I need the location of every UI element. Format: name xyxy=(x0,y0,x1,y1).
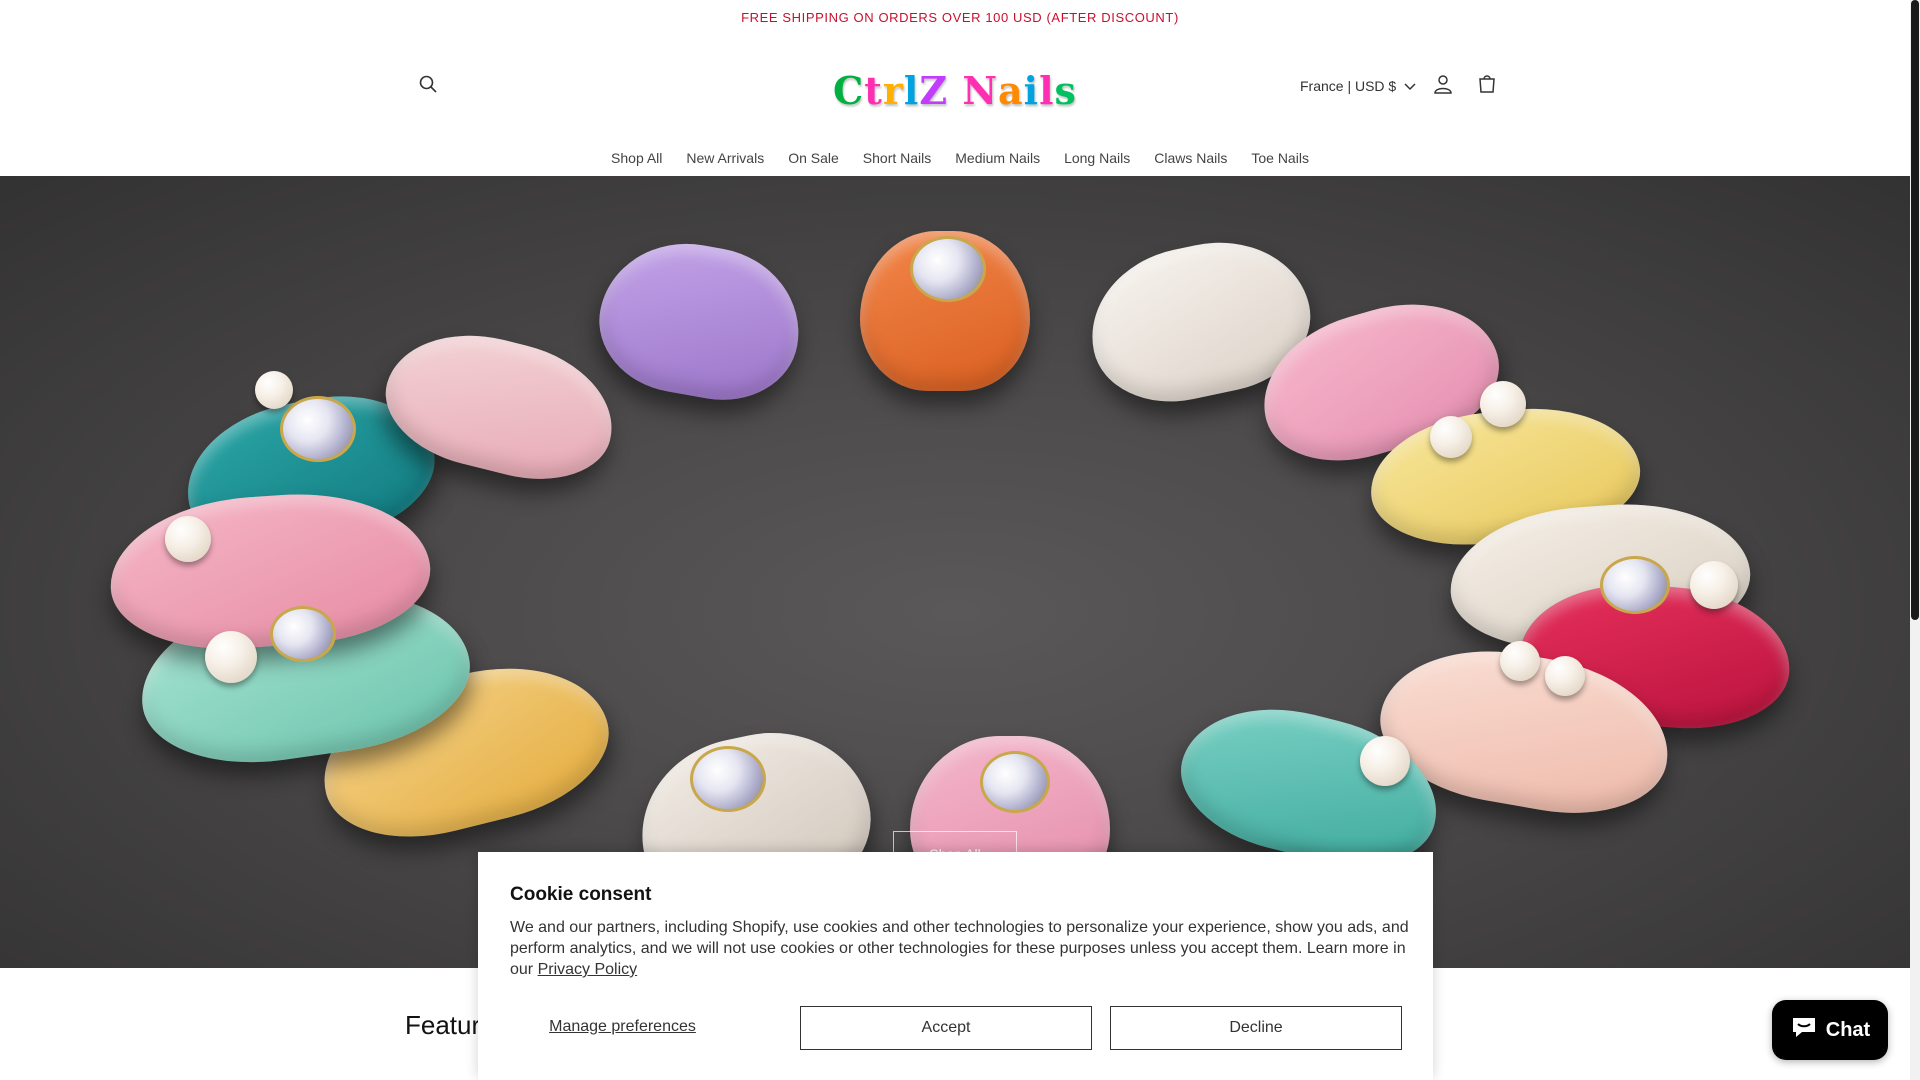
cart-icon xyxy=(1476,73,1498,100)
logo-letter: i xyxy=(1023,67,1040,113)
gem-decoration xyxy=(980,751,1050,813)
announcement-bar: FREE SHIPPING ON ORDERS OVER 100 USD (AF… xyxy=(0,0,1920,34)
logo-letter: s xyxy=(1054,67,1077,113)
locale-label: France | USD $ xyxy=(1300,78,1397,94)
pearl-decoration xyxy=(1500,641,1540,681)
pearl-decoration xyxy=(165,516,211,562)
main-navigation: Shop All New Arrivals On Sale Short Nail… xyxy=(0,138,1920,178)
pearl-decoration xyxy=(255,371,293,409)
store-logo[interactable]: CtrlZ Nails xyxy=(833,60,1076,120)
pearl-decoration xyxy=(205,631,257,683)
nav-item-medium-nails[interactable]: Medium Nails xyxy=(955,150,1040,166)
chat-label: Chat xyxy=(1825,1018,1871,1041)
gem-decoration xyxy=(280,396,356,462)
site-header: CtrlZ Nails France | USD $ Shop All New … xyxy=(0,34,1920,177)
chevron-down-icon xyxy=(1404,78,1416,94)
chat-bubble-icon xyxy=(1790,1015,1818,1045)
scrollbar-thumb[interactable] xyxy=(1911,0,1919,620)
manage-preferences-button[interactable]: Manage preferences xyxy=(510,1006,735,1048)
nav-item-short-nails[interactable]: Short Nails xyxy=(863,150,931,166)
cookie-title: Cookie consent xyxy=(510,884,652,905)
pearl-decoration xyxy=(1480,381,1526,427)
logo-letter: l xyxy=(1039,67,1055,113)
country-currency-selector[interactable]: France | USD $ xyxy=(1300,68,1416,104)
search-icon xyxy=(418,74,438,99)
logo-letter: N xyxy=(962,67,999,113)
gem-decoration xyxy=(1600,556,1670,614)
privacy-policy-link[interactable]: Privacy Policy xyxy=(538,961,638,978)
nav-item-on-sale[interactable]: On Sale xyxy=(788,150,839,166)
pearl-decoration xyxy=(1360,736,1410,786)
pearl-decoration xyxy=(1430,416,1472,458)
account-button[interactable] xyxy=(1425,68,1461,104)
cookie-body-text: We and our partners, including Shopify, … xyxy=(510,919,1409,978)
nav-item-new-arrivals[interactable]: New Arrivals xyxy=(686,150,764,166)
cart-button[interactable] xyxy=(1469,68,1505,104)
nav-item-long-nails[interactable]: Long Nails xyxy=(1064,150,1130,166)
decline-button[interactable]: Decline xyxy=(1110,1006,1402,1050)
hero-banner-image: Shop All xyxy=(0,176,1910,968)
account-icon xyxy=(1432,73,1454,100)
search-button[interactable] xyxy=(410,68,446,104)
pearl-decoration xyxy=(1690,561,1738,609)
logo-letter: a xyxy=(998,67,1024,113)
gem-decoration xyxy=(690,746,766,812)
gem-decoration xyxy=(270,606,336,662)
logo-letter: t xyxy=(864,67,883,113)
logo-letter: r xyxy=(882,67,904,113)
chat-button[interactable]: Chat xyxy=(1772,1000,1888,1060)
logo-letter: C xyxy=(833,67,865,113)
accept-button[interactable]: Accept xyxy=(800,1006,1092,1050)
logo-letter: l xyxy=(903,67,920,113)
announcement-text: FREE SHIPPING ON ORDERS OVER 100 USD (AF… xyxy=(741,9,1179,25)
logo-letter xyxy=(948,68,962,113)
logo-letter: Z xyxy=(919,67,949,113)
nav-item-shop-all[interactable]: Shop All xyxy=(611,150,662,166)
pearl-decoration xyxy=(1545,656,1585,696)
nail-purple xyxy=(588,229,812,413)
nav-item-toe-nails[interactable]: Toe Nails xyxy=(1251,150,1309,166)
cookie-description: We and our partners, including Shopify, … xyxy=(510,917,1410,980)
nav-item-claws-nails[interactable]: Claws Nails xyxy=(1154,150,1227,166)
gem-decoration xyxy=(910,236,986,302)
cookie-consent-banner: Cookie consent We and our partners, incl… xyxy=(478,852,1433,1080)
